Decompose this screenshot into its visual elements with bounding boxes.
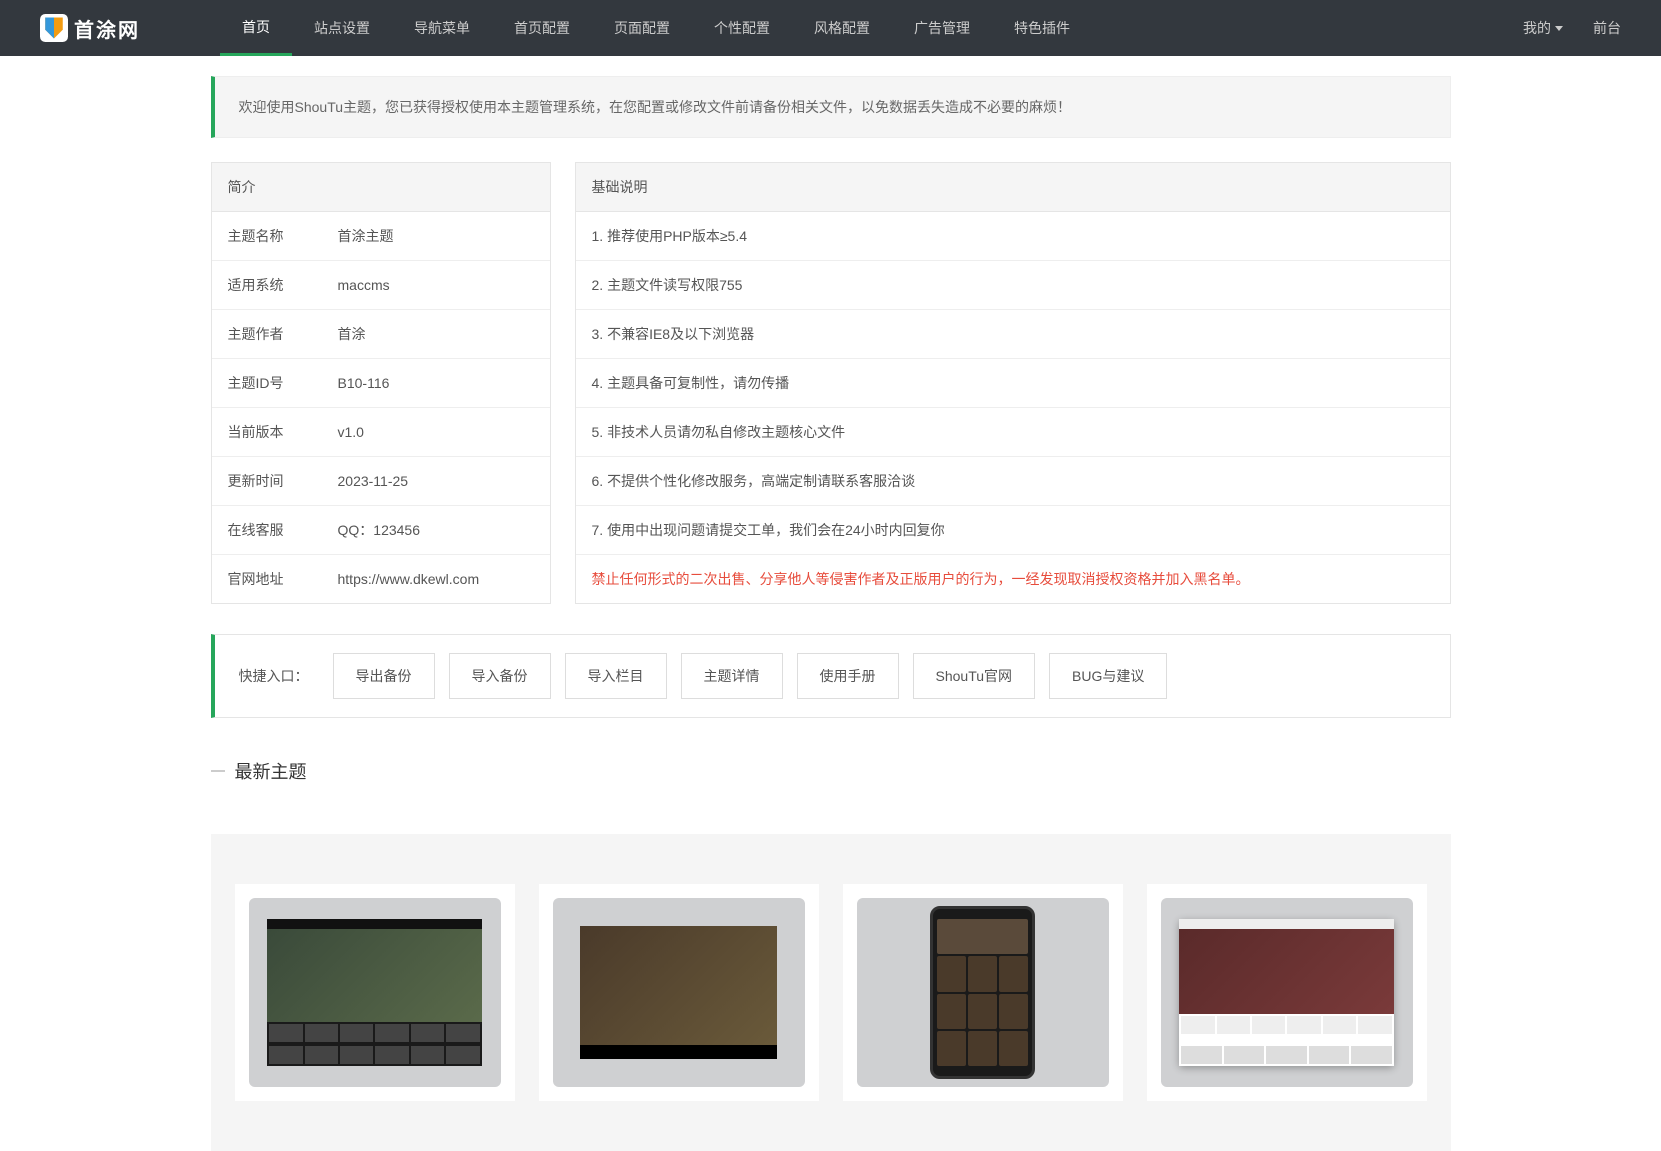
nav-ad-manage[interactable]: 广告管理	[892, 0, 992, 56]
logo-icon	[40, 14, 68, 42]
export-backup-button[interactable]: 导出备份	[333, 653, 435, 699]
brand-name: 首涂网	[74, 14, 140, 43]
list-item: 7. 使用中出现问题请提交工单，我们会在24小时内回复你	[576, 506, 1450, 555]
brand-logo[interactable]: 首涂网	[40, 14, 140, 43]
themes-grid	[211, 834, 1451, 1151]
nav-style-config[interactable]: 风格配置	[792, 0, 892, 56]
table-row: 更新时间2023-11-25	[212, 457, 550, 506]
table-row: 适用系统maccms	[212, 261, 550, 310]
rules-panel: 基础说明 1. 推荐使用PHP版本≥5.4 2. 主题文件读写权限755 3. …	[575, 162, 1451, 604]
theme-preview	[857, 898, 1109, 1087]
intro-title: 简介	[212, 163, 550, 212]
list-item: 1. 推荐使用PHP版本≥5.4	[576, 212, 1450, 261]
list-item: 5. 非技术人员请勿私自修改主题核心文件	[576, 408, 1450, 457]
nav-menu[interactable]: 导航菜单	[392, 0, 492, 56]
table-row: 官网地址https://www.dkewl.com	[212, 555, 550, 604]
quick-entry-bar: 快捷入口： 导出备份 导入备份 导入栏目 主题详情 使用手册 ShouTu官网 …	[211, 634, 1451, 718]
intro-panel: 简介 主题名称首涂主题 适用系统maccms 主题作者首涂 主题ID号B10-1…	[211, 162, 551, 604]
nav-custom-config[interactable]: 个性配置	[692, 0, 792, 56]
theme-card[interactable]	[235, 884, 515, 1101]
table-row: 主题ID号B10-116	[212, 359, 550, 408]
table-row: 主题名称首涂主题	[212, 212, 550, 261]
theme-preview	[1161, 898, 1413, 1087]
latest-themes-title: 最新主题	[211, 758, 1451, 784]
import-backup-button[interactable]: 导入备份	[449, 653, 551, 699]
list-item: 6. 不提供个性化修改服务，高端定制请联系客服洽谈	[576, 457, 1450, 506]
quick-entry-label: 快捷入口：	[239, 666, 309, 686]
list-item: 2. 主题文件读写权限755	[576, 261, 1450, 310]
table-row: 主题作者首涂	[212, 310, 550, 359]
nav-plugins[interactable]: 特色插件	[992, 0, 1092, 56]
theme-card[interactable]	[843, 884, 1123, 1101]
nav-site-settings[interactable]: 站点设置	[292, 0, 392, 56]
chevron-down-icon	[1555, 26, 1563, 31]
table-row: 在线客服QQ：123456	[212, 506, 550, 555]
rules-warning: 禁止任何形式的二次出售、分享他人等侵害作者及正版用户的行为，一经发现取消授权资格…	[576, 555, 1450, 603]
theme-preview	[249, 898, 501, 1087]
theme-preview	[553, 898, 805, 1087]
theme-card[interactable]	[1147, 884, 1427, 1101]
shoutu-site-button[interactable]: ShouTu官网	[913, 653, 1036, 699]
manual-button[interactable]: 使用手册	[797, 653, 899, 699]
list-item: 3. 不兼容IE8及以下浏览器	[576, 310, 1450, 359]
welcome-banner: 欢迎使用ShouTu主题，您已获得授权使用本主题管理系统，在您配置或修改文件前请…	[211, 76, 1451, 138]
bug-feedback-button[interactable]: BUG与建议	[1049, 653, 1167, 699]
nav-home[interactable]: 首页	[220, 0, 292, 56]
table-row: 当前版本v1.0	[212, 408, 550, 457]
import-columns-button[interactable]: 导入栏目	[565, 653, 667, 699]
top-nav: 首涂网 首页 站点设置 导航菜单 首页配置 页面配置 个性配置 风格配置 广告管…	[0, 0, 1661, 56]
intro-table: 主题名称首涂主题 适用系统maccms 主题作者首涂 主题ID号B10-116 …	[212, 212, 550, 603]
list-item: 4. 主题具备可复制性，请勿传播	[576, 359, 1450, 408]
nav-frontend-link[interactable]: 前台	[1593, 18, 1621, 38]
nav-mine-dropdown[interactable]: 我的	[1523, 18, 1563, 38]
nav-page-config[interactable]: 页面配置	[592, 0, 692, 56]
main-nav: 首页 站点设置 导航菜单 首页配置 页面配置 个性配置 风格配置 广告管理 特色…	[220, 0, 1523, 56]
rules-title: 基础说明	[576, 163, 1450, 212]
theme-card[interactable]	[539, 884, 819, 1101]
nav-home-config[interactable]: 首页配置	[492, 0, 592, 56]
theme-detail-button[interactable]: 主题详情	[681, 653, 783, 699]
